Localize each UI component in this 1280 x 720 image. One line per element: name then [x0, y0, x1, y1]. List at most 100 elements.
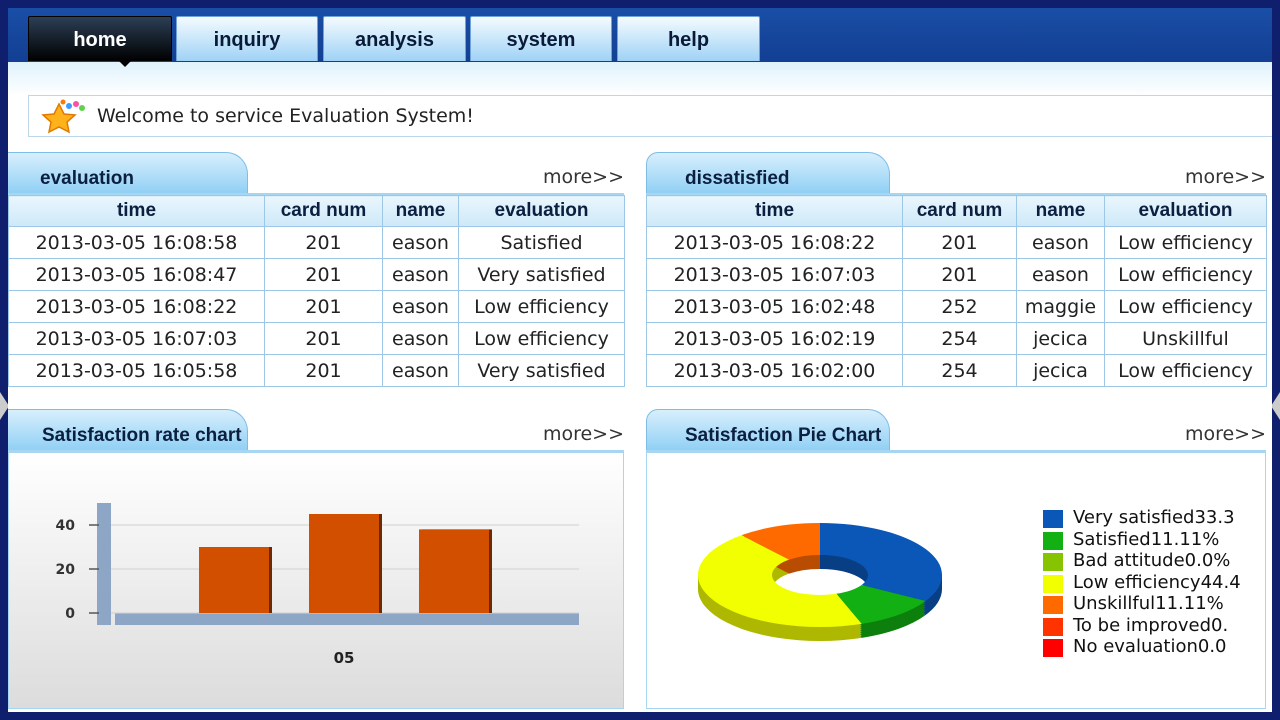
tab-inquiry[interactable]: inquiry — [176, 16, 318, 61]
cell-time: 2013-03-05 16:05:58 — [8, 354, 265, 387]
tab-analysis[interactable]: analysis — [323, 16, 466, 61]
column-header: card num — [902, 195, 1017, 227]
x-tick-label: 05 — [334, 649, 355, 667]
y-tick-label: 20 — [56, 562, 76, 578]
cell-card-num: 252 — [902, 290, 1017, 323]
table-header-row: time card num name evaluation — [646, 195, 1267, 227]
cell-card-num: 201 — [902, 226, 1017, 259]
pie-chart-panel-title: Satisfaction Pie Chart — [646, 409, 890, 451]
cell-time: 2013-03-05 16:02:19 — [646, 322, 903, 355]
tab-home[interactable]: home — [28, 16, 172, 61]
table-row[interactable]: 2013-03-05 16:02:48 252 maggie Low efficien… — [646, 290, 1267, 323]
evaluation-panel: evaluation more>> time card num name eva… — [8, 152, 625, 398]
top-nav: home inquiry analysis system help — [8, 8, 1272, 62]
cell-evaluation: Low efficiency — [458, 290, 625, 323]
cell-time: 2013-03-05 16:02:00 — [646, 354, 903, 387]
pie-legend: Very satisfied33.3 Satisfied11.11% Bad att… — [1043, 509, 1265, 709]
table-row[interactable]: 2013-03-05 16:08:58 201 eason Satisfied — [8, 226, 625, 259]
column-header: name — [1016, 195, 1105, 227]
legend-label: To be improved0. — [1073, 614, 1229, 636]
cell-evaluation: Unskillful — [1104, 322, 1267, 355]
legend-swatch — [1043, 617, 1063, 636]
cell-name: maggie — [1016, 290, 1105, 323]
legend-swatch — [1043, 510, 1063, 528]
table-row[interactable]: 2013-03-05 16:08:47 201 eason Very satisfie… — [8, 258, 625, 291]
cell-evaluation: Very satisfied — [458, 258, 625, 291]
legend-label: Bad attitude0.0% — [1073, 550, 1231, 571]
cell-card-num: 254 — [902, 354, 1017, 387]
evaluation-more-link[interactable]: more>> — [543, 166, 624, 188]
legend-swatch — [1043, 574, 1063, 593]
table-row[interactable]: 2013-03-05 16:08:22 201 eason Low efficienc… — [646, 226, 1267, 259]
table-row[interactable]: 2013-03-05 16:05:58 201 eason Very satisfie… — [8, 354, 625, 387]
bar — [309, 514, 379, 613]
pie-chart-panel-header: Satisfaction Pie Chart more>> — [646, 409, 1266, 453]
table-row[interactable]: 2013-03-05 16:08:22 201 eason Low efficienc… — [8, 290, 625, 323]
app-frame: home inquiry analysis system help Welcom… — [8, 8, 1272, 712]
cell-card-num: 201 — [264, 258, 383, 291]
cell-evaluation: Low efficiency — [458, 322, 625, 355]
cell-name: eason — [1016, 226, 1105, 259]
y-axis-wall — [97, 503, 111, 625]
bar-chart: 40 20 0 05 — [56, 503, 579, 667]
cell-time: 2013-03-05 16:08:22 — [646, 226, 903, 259]
dissatisfied-panel-title: dissatisfied — [646, 152, 890, 194]
column-header: evaluation — [458, 195, 625, 227]
cell-evaluation: Low efficiency — [1104, 354, 1267, 387]
legend-label: Very satisfied33.3 — [1073, 509, 1235, 528]
legend-label: Low efficiency44.4 — [1073, 571, 1241, 593]
table-row[interactable]: 2013-03-05 16:07:03 201 eason Low efficienc… — [646, 258, 1267, 291]
rate-chart-panel-header: Satisfaction rate chart more>> — [8, 409, 624, 453]
right-scroll-arrow-icon[interactable] — [1271, 392, 1280, 420]
sub-bar — [8, 62, 1272, 96]
star-icon — [41, 99, 85, 134]
column-header: name — [382, 195, 459, 227]
bar — [199, 547, 269, 613]
pie-chart-panel: Satisfaction Pie Chart more>> Very satis… — [646, 409, 1266, 709]
legend-swatch — [1043, 596, 1063, 614]
bar-chart-area: 40 20 0 05 — [8, 452, 624, 709]
dissatisfied-panel: dissatisfied more>> time card num name e… — [646, 152, 1267, 398]
table-row[interactable]: 2013-03-05 16:07:03 201 eason Low efficienc… — [8, 322, 625, 355]
cell-card-num: 201 — [264, 226, 383, 259]
dissatisfied-table: time card num name evaluation 2013-03-05… — [646, 195, 1267, 387]
cell-card-num: 201 — [264, 322, 383, 355]
legend-swatch — [1043, 553, 1063, 571]
legend-label: Unskillful11.11% — [1073, 593, 1224, 614]
cell-card-num: 201 — [264, 290, 383, 323]
cell-time: 2013-03-05 16:07:03 — [8, 322, 265, 355]
evaluation-panel-title: evaluation — [8, 152, 248, 194]
column-header: time — [8, 195, 265, 227]
cell-evaluation: Very satisfied — [458, 354, 625, 387]
x-axis-floor — [115, 613, 579, 625]
pie-chart-area: Very satisfied33.3 Satisfied11.11% Bad att… — [646, 452, 1266, 709]
evaluation-table: time card num name evaluation 2013-03-05… — [8, 195, 625, 387]
column-header: time — [646, 195, 903, 227]
pie-chart — [697, 523, 942, 641]
evaluation-panel-header: evaluation more>> — [8, 152, 624, 196]
dissatisfied-panel-header: dissatisfied more>> — [646, 152, 1266, 196]
cell-name: eason — [382, 354, 459, 387]
legend-swatch — [1043, 639, 1063, 657]
y-tick-label: 0 — [65, 606, 75, 622]
welcome-text: Welcome to service Evaluation System! — [97, 105, 474, 127]
column-header: card num — [264, 195, 383, 227]
rate-chart-more-link[interactable]: more>> — [543, 423, 624, 445]
cell-name: eason — [1016, 258, 1105, 291]
legend-label: Satisfied11.11% — [1073, 528, 1220, 550]
cell-time: 2013-03-05 16:08:58 — [8, 226, 265, 259]
cell-time: 2013-03-05 16:08:22 — [8, 290, 265, 323]
table-row[interactable]: 2013-03-05 16:02:00 254 jecica Low efficien… — [646, 354, 1267, 387]
cell-name: eason — [382, 290, 459, 323]
pie-chart-more-link[interactable]: more>> — [1185, 423, 1266, 445]
table-row[interactable]: 2013-03-05 16:02:19 254 jecica Unskillful — [646, 322, 1267, 355]
cell-name: eason — [382, 258, 459, 291]
tab-help[interactable]: help — [617, 16, 760, 61]
bar — [419, 529, 489, 613]
dissatisfied-more-link[interactable]: more>> — [1185, 166, 1266, 188]
table-header-row: time card num name evaluation — [8, 195, 625, 227]
rate-chart-panel: Satisfaction rate chart more>> 40 20 0 05 — [8, 409, 624, 709]
tab-system[interactable]: system — [470, 16, 612, 61]
cell-evaluation: Low efficiency — [1104, 258, 1267, 291]
rate-chart-panel-title: Satisfaction rate chart — [8, 409, 248, 451]
